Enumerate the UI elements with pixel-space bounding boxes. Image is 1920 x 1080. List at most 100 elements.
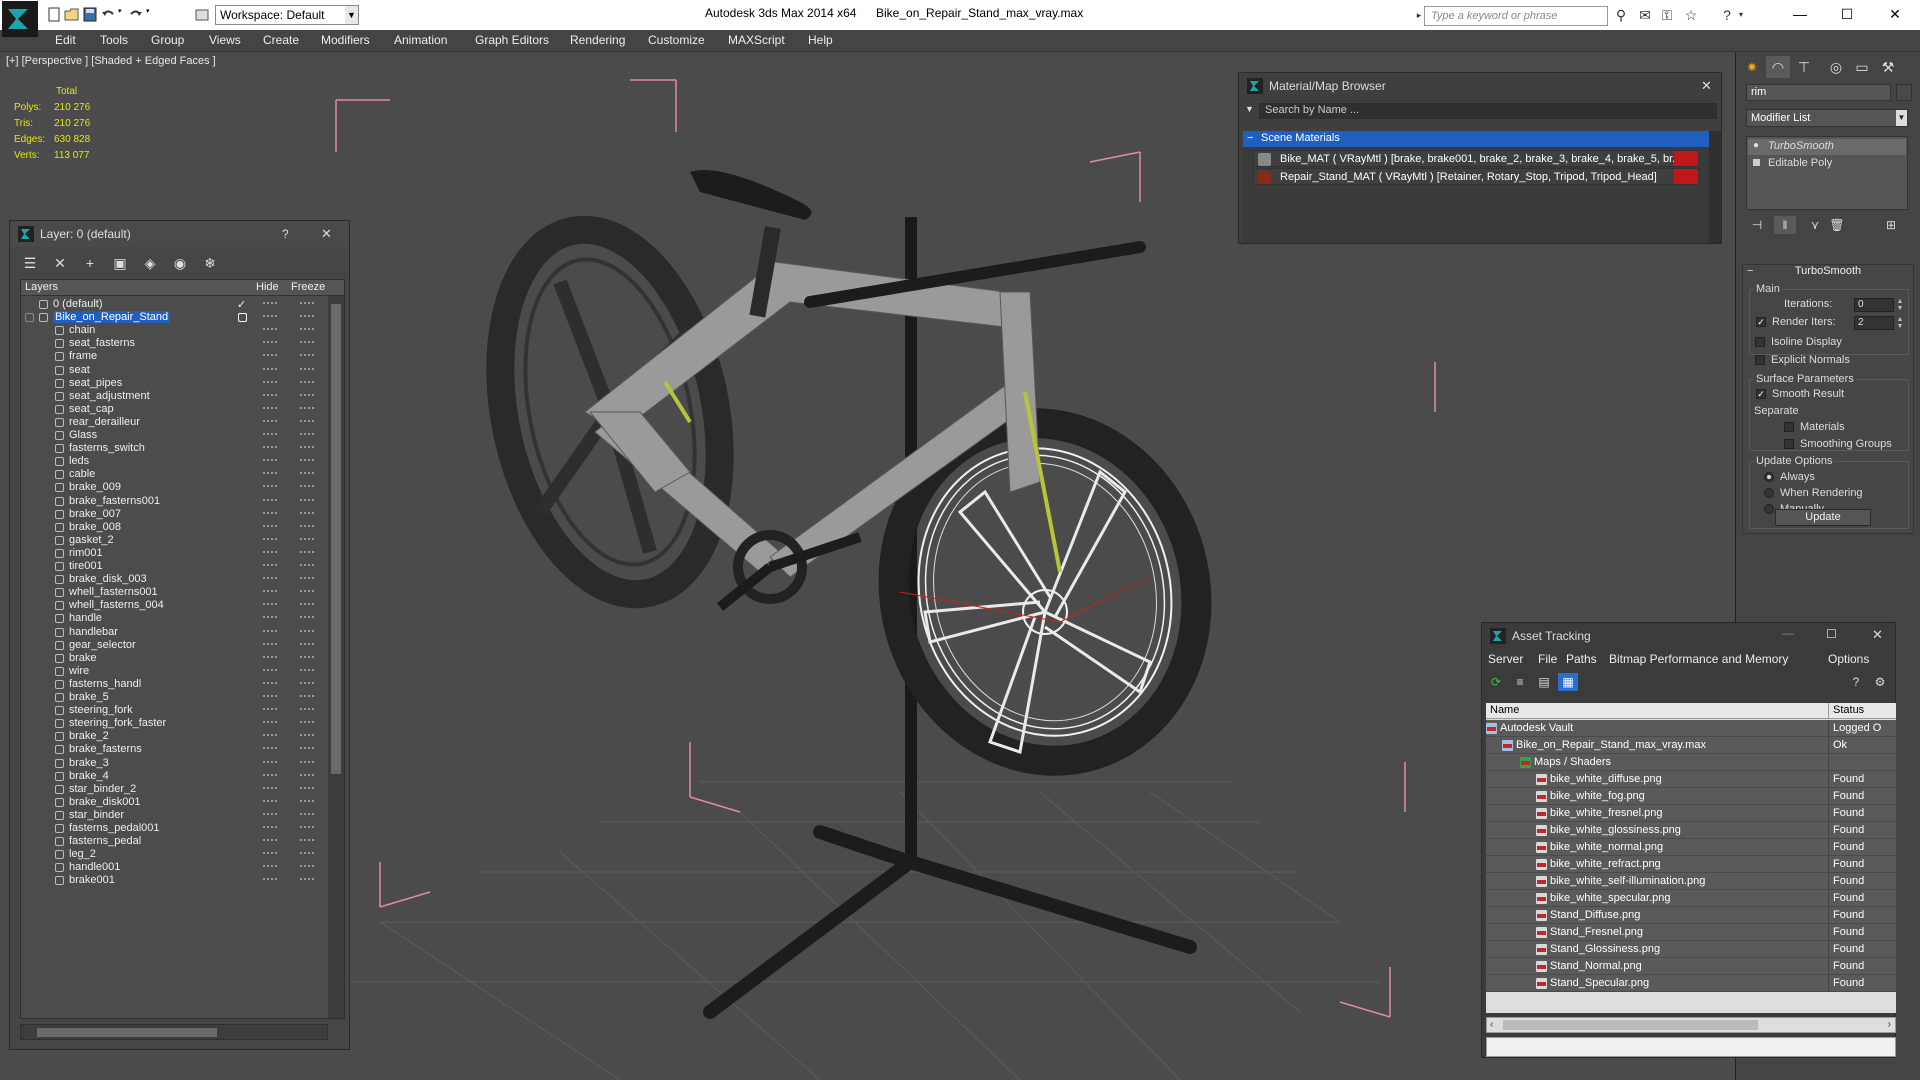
- asset-row[interactable]: Stand_Glossiness.png Found: [1486, 941, 1896, 958]
- column-name[interactable]: Name: [1490, 704, 1519, 716]
- hide-toggle[interactable]: [263, 681, 277, 684]
- new-file-icon[interactable]: [46, 7, 62, 22]
- stack-item-turbosmooth[interactable]: ● TurboSmooth: [1748, 139, 1906, 155]
- freeze-toggle[interactable]: [300, 302, 314, 304]
- help-dropdown-icon[interactable]: ▾: [1736, 7, 1746, 23]
- menu-modifiers[interactable]: Modifiers: [321, 33, 370, 47]
- explicit-normals-checkbox[interactable]: [1755, 355, 1765, 365]
- hide-toggle[interactable]: [263, 537, 277, 540]
- select-objects-icon[interactable]: ▣: [110, 253, 130, 273]
- hide-toggle[interactable]: [263, 419, 277, 422]
- project-folder-icon[interactable]: [194, 7, 210, 22]
- scroll-thumb[interactable]: [37, 1028, 217, 1037]
- asset-horizontal-scrollbar[interactable]: ‹ ›: [1486, 1017, 1896, 1033]
- layer-vertical-scrollbar[interactable]: [328, 296, 344, 1018]
- freeze-toggle[interactable]: [300, 537, 314, 540]
- chevron-down-icon[interactable]: ▼: [1896, 110, 1907, 126]
- separate-smoothing-groups-checkbox[interactable]: [1784, 439, 1794, 449]
- scroll-thumb[interactable]: [331, 304, 341, 774]
- menu-graph-editors[interactable]: Graph Editors: [475, 33, 549, 47]
- hide-toggle[interactable]: [263, 511, 277, 514]
- hide-toggle[interactable]: [263, 734, 277, 737]
- hide-toggle[interactable]: [263, 799, 277, 802]
- freeze-all-icon[interactable]: ❄: [200, 253, 220, 273]
- freeze-toggle[interactable]: [300, 826, 314, 828]
- hide-toggle[interactable]: [263, 446, 277, 449]
- asset-path-field[interactable]: [1486, 1037, 1896, 1057]
- close-icon[interactable]: ✕: [321, 226, 332, 242]
- asset-row[interactable]: bike_white_glossiness.png Found: [1486, 822, 1896, 839]
- freeze-toggle[interactable]: [300, 642, 314, 645]
- asset-menu-file[interactable]: File: [1538, 652, 1557, 666]
- create-tab-icon[interactable]: ✷: [1740, 56, 1764, 78]
- freeze-toggle[interactable]: [300, 590, 314, 593]
- update-when-rendering-radio[interactable]: [1764, 488, 1774, 498]
- hide-toggle[interactable]: [263, 852, 277, 855]
- freeze-toggle[interactable]: [300, 799, 314, 802]
- column-layers[interactable]: Layers: [25, 281, 58, 293]
- binoculars-icon[interactable]: ⚲: [1612, 7, 1630, 23]
- favorites-star-icon[interactable]: ☆: [1682, 7, 1700, 23]
- smooth-result-checkbox[interactable]: ✓: [1756, 389, 1766, 399]
- minimize-icon[interactable]: —: [1785, 3, 1815, 25]
- freeze-toggle[interactable]: [300, 603, 314, 606]
- menu-help[interactable]: Help: [808, 33, 833, 47]
- material-scrollbar[interactable]: [1709, 131, 1721, 243]
- search-expand-icon[interactable]: ▸: [1414, 7, 1424, 23]
- hide-toggle[interactable]: [263, 524, 277, 527]
- asset-row[interactable]: bike_white_fog.png Found: [1486, 788, 1896, 805]
- freeze-toggle[interactable]: [300, 564, 314, 566]
- hide-toggle[interactable]: [263, 629, 277, 632]
- table-view-icon[interactable]: ▦: [1558, 673, 1578, 691]
- object-color-swatch[interactable]: [1896, 84, 1912, 101]
- scroll-right-icon[interactable]: ›: [1888, 1019, 1891, 1030]
- stack-item-editable-poly[interactable]: Editable Poly: [1748, 156, 1906, 172]
- menu-maxscript[interactable]: MAXScript: [728, 33, 785, 47]
- menu-tools[interactable]: Tools: [100, 33, 128, 47]
- layer-tree[interactable]: Layers Hide Freeze 0 (default) ✓ Bike_on_R…: [20, 279, 345, 1019]
- freeze-toggle[interactable]: [300, 734, 314, 737]
- hide-toggle[interactable]: [263, 786, 277, 789]
- column-hide[interactable]: Hide: [256, 281, 279, 293]
- hide-all-icon[interactable]: ◉: [170, 253, 190, 273]
- freeze-toggle[interactable]: [300, 616, 314, 619]
- app-menu-button[interactable]: [2, 1, 38, 37]
- scroll-left-icon[interactable]: ‹: [1490, 1019, 1493, 1030]
- options-icon[interactable]: ⚙: [1870, 673, 1890, 691]
- render-iters-checkbox[interactable]: ✓: [1756, 317, 1766, 327]
- help-search-input[interactable]: Type a keyword or phrase: [1424, 6, 1608, 26]
- menu-rendering[interactable]: Rendering: [570, 33, 625, 47]
- asset-row[interactable]: bike_white_fresnel.png Found: [1486, 805, 1896, 822]
- hide-toggle[interactable]: [263, 393, 277, 396]
- menu-views[interactable]: Views: [209, 33, 241, 47]
- spinner-arrows-icon[interactable]: ▲ ▼: [1896, 298, 1904, 312]
- material-list[interactable]: − Scene Materials Bike_MAT ( VRayMtl ) […: [1243, 131, 1709, 243]
- hide-toggle[interactable]: [263, 406, 277, 409]
- freeze-toggle[interactable]: [300, 550, 314, 553]
- freeze-toggle[interactable]: [300, 839, 314, 842]
- freeze-toggle[interactable]: [300, 773, 314, 776]
- isoline-display-checkbox[interactable]: [1755, 337, 1765, 347]
- browser-options-arrow-icon[interactable]: ▼: [1245, 104, 1254, 114]
- menu-customize[interactable]: Customize: [648, 33, 705, 47]
- thumbnail-view-icon[interactable]: ▤: [1534, 673, 1554, 691]
- maximize-icon[interactable]: ☐: [1826, 627, 1837, 641]
- pin-stack-icon[interactable]: ⊣: [1746, 216, 1768, 234]
- asset-row[interactable]: Bike_on_Repair_Stand_max_vray.max Ok: [1486, 737, 1896, 754]
- freeze-toggle[interactable]: [300, 629, 314, 632]
- modify-tab-icon[interactable]: ◠: [1766, 56, 1790, 78]
- layer-manager-window[interactable]: Layer: 0 (default) ? ✕ ☰ ✕ + ▣ ◈ ◉ ❄ Lay…: [9, 220, 350, 1050]
- update-always-radio[interactable]: [1764, 472, 1774, 482]
- freeze-toggle[interactable]: [300, 786, 314, 789]
- freeze-toggle[interactable]: [300, 708, 314, 711]
- hide-toggle[interactable]: [263, 485, 277, 488]
- freeze-toggle[interactable]: [300, 760, 314, 763]
- hide-toggle[interactable]: [263, 668, 277, 671]
- undo-dropdown-icon[interactable]: ▾: [118, 7, 126, 22]
- freeze-toggle[interactable]: [300, 655, 314, 658]
- freeze-toggle[interactable]: [300, 393, 314, 396]
- freeze-toggle[interactable]: [300, 878, 314, 881]
- hide-toggle[interactable]: [263, 865, 277, 868]
- show-end-result-icon[interactable]: ‖: [1774, 216, 1796, 234]
- hide-toggle[interactable]: [263, 839, 277, 842]
